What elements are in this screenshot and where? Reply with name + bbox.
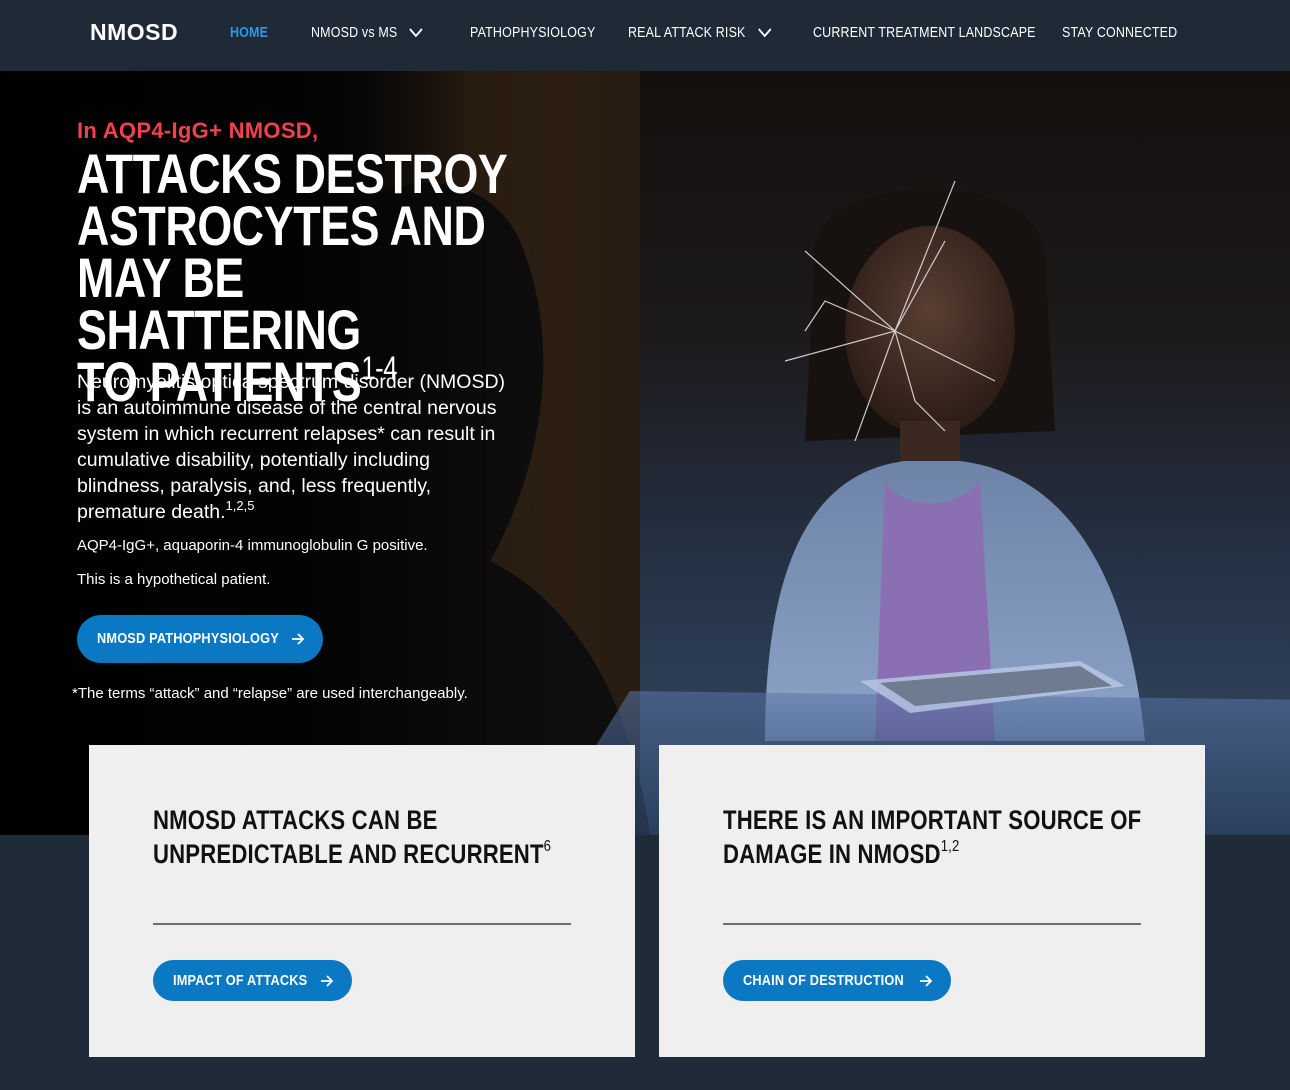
card-title-line: THERE IS AN IMPORTANT SOURCE OF bbox=[723, 805, 1142, 835]
button-label: NMOSD PATHOPHYSIOLOGY bbox=[97, 631, 279, 647]
impact-of-attacks-button[interactable]: IMPACT OF ATTACKS bbox=[153, 960, 352, 1001]
card-title: THERE IS AN IMPORTANT SOURCE OF DAMAGE I… bbox=[723, 803, 1142, 871]
card-divider bbox=[153, 923, 571, 925]
arrow-right-icon bbox=[292, 633, 305, 645]
pathophysiology-button[interactable]: NMOSD PATHOPHYSIOLOGY bbox=[77, 615, 323, 663]
card-title-line: NMOSD ATTACKS CAN BE bbox=[153, 805, 438, 835]
card-reference: 1,2 bbox=[940, 838, 960, 855]
nav-item-home[interactable]: HOME bbox=[230, 23, 268, 43]
nav-item-label: CURRENT TREATMENT LANDSCAPE bbox=[813, 25, 1036, 41]
abbreviation-note: AQP4-IgG+, aquaporin-4 immunoglobulin G … bbox=[77, 537, 428, 554]
nav-item-pathophysiology[interactable]: PATHOPHYSIOLOGY bbox=[470, 23, 595, 43]
card-attacks: NMOSD ATTACKS CAN BE UNPREDICTABLE AND R… bbox=[89, 745, 635, 1057]
card-divider bbox=[723, 923, 1141, 925]
nav-item-nmosd-vs-ms[interactable]: NMOSD vs MS bbox=[311, 23, 423, 43]
headline-line: MAY BE SHATTERING bbox=[77, 246, 361, 361]
card-damage-source: THERE IS AN IMPORTANT SOURCE OF DAMAGE I… bbox=[659, 745, 1205, 1057]
hero-description-reference: 1,2,5 bbox=[225, 498, 255, 513]
arrow-right-icon bbox=[321, 974, 334, 987]
chevron-down-icon bbox=[409, 28, 423, 38]
card-title-line: UNPREDICTABLE AND RECURRENT bbox=[153, 839, 544, 869]
hero-description: Neuromyelitis optica spectrum disorder (… bbox=[77, 369, 517, 525]
nav-item-label: REAL ATTACK RISK bbox=[628, 25, 746, 41]
button-label: IMPACT OF ATTACKS bbox=[173, 972, 308, 989]
nav-item-treatment-landscape[interactable]: CURRENT TREATMENT LANDSCAPE bbox=[813, 23, 1036, 43]
nav-item-label: HOME bbox=[230, 25, 269, 41]
chain-of-destruction-button[interactable]: CHAIN OF DESTRUCTION bbox=[723, 960, 951, 1001]
headline-line: ASTROCYTES AND bbox=[77, 194, 486, 257]
card-title-line: DAMAGE IN NMOSD bbox=[723, 839, 941, 869]
nav-item-label: STAY CONNECTED bbox=[1062, 25, 1178, 41]
arrow-right-icon bbox=[920, 974, 933, 987]
card-reference: 6 bbox=[543, 838, 552, 855]
chevron-down-icon bbox=[757, 28, 772, 38]
top-nav: NMOSD HOME NMOSD vs MS PATHOPHYSIOLOGY R… bbox=[0, 0, 1290, 71]
nav-item-real-attack-risk[interactable]: REAL ATTACK RISK bbox=[628, 23, 772, 43]
terms-footnote: *The terms “attack” and “relapse” are us… bbox=[72, 685, 468, 702]
nav-item-label: PATHOPHYSIOLOGY bbox=[470, 25, 596, 41]
nav-item-stay-connected[interactable]: STAY CONNECTED bbox=[1062, 23, 1177, 43]
button-label: CHAIN OF DESTRUCTION bbox=[743, 972, 904, 989]
hypothetical-patient-note: This is a hypothetical patient. bbox=[77, 571, 271, 588]
headline-line: ATTACKS DESTROY bbox=[77, 142, 508, 205]
nav-item-label: NMOSD vs MS bbox=[311, 25, 398, 41]
hero-description-text: Neuromyelitis optica spectrum disorder (… bbox=[77, 371, 506, 523]
jewelry-tray bbox=[860, 661, 1125, 713]
site-logo[interactable]: NMOSD bbox=[90, 19, 178, 46]
card-title: NMOSD ATTACKS CAN BE UNPREDICTABLE AND R… bbox=[153, 803, 551, 871]
hero-eyebrow: In AQP4-IgG+ NMOSD, bbox=[77, 118, 319, 143]
